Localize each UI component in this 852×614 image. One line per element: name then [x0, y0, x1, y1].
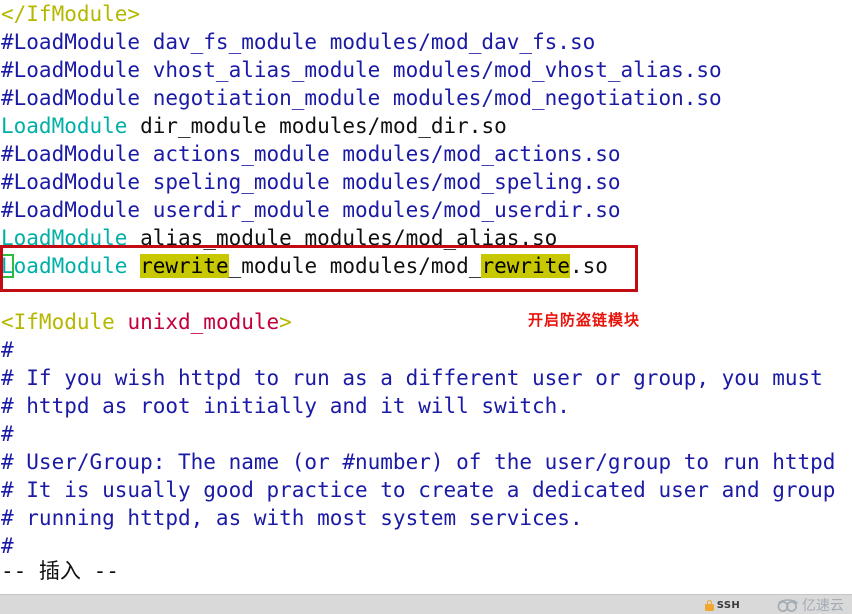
code-line[interactable]: # [0, 420, 852, 448]
code-token: unixd_module [127, 310, 280, 334]
code-line[interactable]: #LoadModule actions_module modules/mod_a… [0, 140, 852, 168]
code-token: # User/Group: The name (or #number) of t… [1, 450, 836, 474]
code-token: #LoadModule negotiation_module modules/m… [1, 86, 722, 110]
cloud-logo-icon [777, 598, 798, 612]
code-token: rewrite [481, 254, 570, 278]
code-token: alias_module modules/mod_alias.so [127, 226, 558, 250]
code-token: # [1, 422, 14, 446]
code-token: # If you wish httpd to run as a differen… [1, 366, 823, 390]
code-line[interactable]: # It is usually good practice to create … [0, 476, 852, 504]
code-line[interactable]: </IfModule> [0, 0, 852, 28]
text-cursor: L [0, 254, 14, 278]
code-line[interactable]: # If you wish httpd to run as a differen… [0, 364, 852, 392]
code-line[interactable]: #LoadModule userdir_module modules/mod_u… [0, 196, 852, 224]
annotation-label: 开启防盗链模块 [528, 311, 641, 329]
code-token: <IfModule [1, 310, 115, 334]
vim-text-buffer[interactable]: </IfModule> #LoadModule dav_fs_module mod… [0, 0, 852, 594]
code-token: .so [570, 254, 608, 278]
code-line[interactable]: #LoadModule vhost_alias_module modules/m… [0, 56, 852, 84]
code-token: # running httpd, as with most system ser… [1, 506, 583, 530]
code-line[interactable]: # running httpd, as with most system ser… [0, 504, 852, 532]
code-token: rewrite [140, 254, 229, 278]
code-line[interactable]: #LoadModule dav_fs_module modules/mod_da… [0, 28, 852, 56]
code-token: #LoadModule actions_module modules/mod_a… [1, 142, 621, 166]
code-line[interactable]: #LoadModule speling_module modules/mod_s… [0, 168, 852, 196]
code-token: #LoadModule dav_fs_module modules/mod_da… [1, 30, 596, 54]
code-line[interactable]: #LoadModule negotiation_module modules/m… [0, 84, 852, 112]
code-line[interactable]: LoadModule alias_module modules/mod_alia… [0, 224, 852, 252]
code-line[interactable]: # httpd as root initially and it will sw… [0, 392, 852, 420]
watermark-text: 亿速云 [802, 598, 844, 614]
code-token: LoadModule [1, 114, 128, 138]
ssh-status-indicator[interactable]: SSH [704, 595, 740, 614]
code-token: > [279, 310, 292, 334]
terminal-window: </IfModule> #LoadModule dav_fs_module mod… [0, 0, 852, 614]
ssh-label: SSH [716, 599, 740, 611]
code-line[interactable]: LoadModule dir_module modules/mod_dir.so [0, 112, 852, 140]
code-token: #LoadModule vhost_alias_module modules/m… [1, 58, 722, 82]
code-token: dir_module modules/mod_dir.so [127, 114, 507, 138]
code-token: _module modules/mod_ [228, 254, 482, 278]
status-bar: SSH 亿速云 [0, 594, 852, 614]
code-token: </IfModule> [1, 2, 141, 26]
code-line[interactable]: <IfModule unixd_module> [0, 308, 852, 336]
code-token: # It is usually good practice to create … [1, 478, 836, 502]
code-token: LoadModule [1, 226, 128, 250]
vim-mode-indicator: -- 插入 -- [1, 559, 119, 583]
code-token: oadModule [13, 254, 141, 278]
code-line[interactable]: # User/Group: The name (or #number) of t… [0, 448, 852, 476]
code-line[interactable]: LoadModule rewrite_module modules/mod_re… [0, 252, 852, 280]
code-token: # [1, 338, 14, 362]
code-line[interactable] [0, 280, 852, 308]
watermark: 亿速云 [777, 593, 844, 614]
lock-icon [704, 599, 714, 611]
code-token: #LoadModule userdir_module modules/mod_u… [1, 198, 621, 222]
code-token: #LoadModule speling_module modules/mod_s… [1, 170, 621, 194]
code-token: # [1, 534, 14, 558]
code-line[interactable]: # [0, 336, 852, 364]
code-line[interactable]: # [0, 532, 852, 560]
code-token: # httpd as root initially and it will sw… [1, 394, 570, 418]
